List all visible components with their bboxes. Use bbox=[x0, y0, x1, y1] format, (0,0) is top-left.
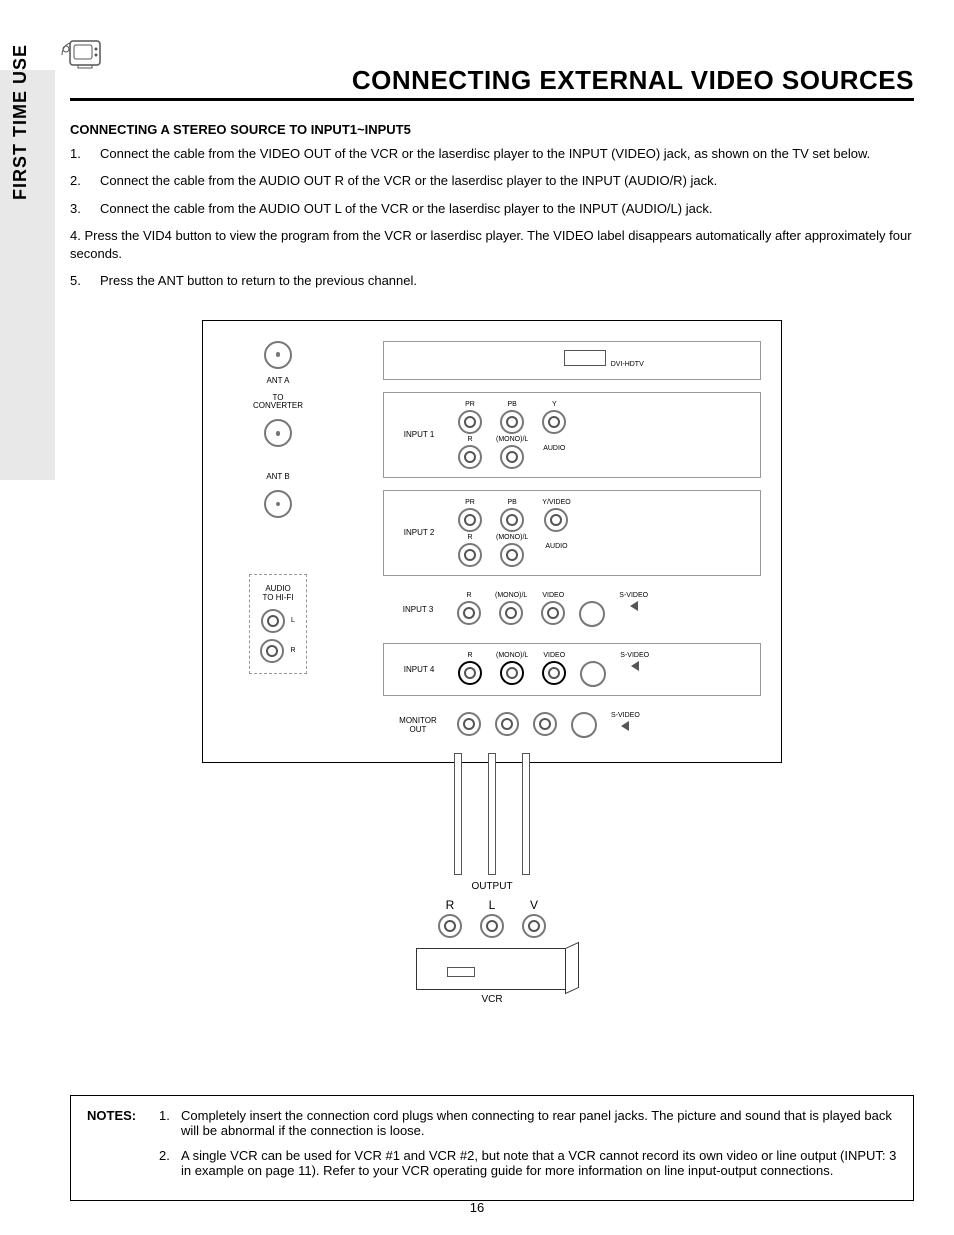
label-input1: INPUT 1 bbox=[394, 430, 444, 439]
rca-r bbox=[458, 445, 482, 469]
label-hifi: AUDIO TO HI-FI bbox=[263, 585, 294, 603]
label-output: OUTPUT bbox=[202, 881, 782, 892]
cable-v bbox=[522, 753, 530, 875]
label-dvi: DVI-HDTV bbox=[611, 361, 644, 368]
note-2: 2. A single VCR can be used for VCR #1 a… bbox=[159, 1148, 897, 1178]
rca-r bbox=[458, 661, 482, 685]
svideo-port bbox=[571, 712, 597, 738]
arrow-icon bbox=[630, 601, 638, 611]
rca-l bbox=[500, 543, 524, 567]
step-1: 1. Connect the cable from the VIDEO OUT … bbox=[70, 145, 914, 163]
label-to-converter: TO CONVERTER bbox=[253, 394, 303, 412]
coax-ant-a bbox=[264, 341, 292, 369]
notes-box: NOTES: 1. Completely insert the connecti… bbox=[70, 1095, 914, 1201]
step-text: Connect the cable from the VIDEO OUT of … bbox=[100, 145, 914, 163]
rca-video bbox=[533, 712, 557, 736]
label-r: R bbox=[290, 647, 295, 654]
step-num: 2. bbox=[70, 172, 100, 190]
step-text: Press the ANT button to return to the pr… bbox=[100, 272, 914, 290]
audio-hifi-block: AUDIO TO HI-FI L R bbox=[249, 574, 306, 674]
svideo-port bbox=[580, 661, 606, 687]
monitor-out-row: MONITOR OUT S-VIDEO bbox=[383, 708, 761, 742]
cable-r bbox=[454, 753, 462, 875]
note-num: 1. bbox=[159, 1108, 181, 1138]
rca-video bbox=[542, 661, 566, 685]
arrow-icon bbox=[631, 661, 639, 671]
page-number: 16 bbox=[0, 1200, 954, 1215]
label-monitor: MONITOR OUT bbox=[393, 716, 443, 734]
rca-hifi-r bbox=[260, 639, 284, 663]
label-input2: INPUT 2 bbox=[394, 528, 444, 537]
connection-diagram: ANT A TO CONVERTER ANT B AUDIO TO HI-FI … bbox=[202, 320, 782, 1005]
step-num: 5. bbox=[70, 272, 100, 290]
rca-pr bbox=[458, 410, 482, 434]
label-input3: INPUT 3 bbox=[393, 605, 443, 614]
rca-hifi-l bbox=[261, 609, 285, 633]
step-3: 3. Connect the cable from the AUDIO OUT … bbox=[70, 200, 914, 218]
side-tab: FIRST TIME USE bbox=[10, 44, 31, 200]
tv-install-icon bbox=[60, 35, 106, 78]
rca-r bbox=[457, 712, 481, 736]
arrow-icon bbox=[621, 721, 629, 731]
rca-pb bbox=[500, 508, 524, 532]
label-ant-a: ANT A bbox=[267, 377, 290, 386]
label-input4: INPUT 4 bbox=[394, 665, 444, 674]
step-5: 5. Press the ANT button to return to the… bbox=[70, 272, 914, 290]
input3-row: INPUT 3 R (MONO)/L VIDEO S-VIDEO bbox=[383, 588, 761, 631]
label-vcr: VCR bbox=[202, 994, 782, 1005]
rca-video bbox=[541, 601, 565, 625]
rca-pr bbox=[458, 508, 482, 532]
step-text: Connect the cable from the AUDIO OUT L o… bbox=[100, 200, 914, 218]
coax-converter bbox=[264, 419, 292, 447]
vcr-icon bbox=[416, 948, 568, 990]
rca-l bbox=[500, 445, 524, 469]
note-1: 1. Completely insert the connection cord… bbox=[159, 1108, 897, 1138]
rca-pb bbox=[500, 410, 524, 434]
rca-l bbox=[499, 601, 523, 625]
dvi-port-icon bbox=[564, 350, 606, 366]
coax-ant-b bbox=[264, 490, 292, 518]
rca-r bbox=[458, 543, 482, 567]
step-2: 2. Connect the cable from the AUDIO OUT … bbox=[70, 172, 914, 190]
page-title: CONNECTING EXTERNAL VIDEO SOURCES bbox=[70, 65, 914, 96]
cable-l bbox=[488, 753, 496, 875]
rca-out-v bbox=[522, 914, 546, 938]
dvi-row: DVI-HDTV bbox=[383, 341, 761, 380]
notes-label: NOTES: bbox=[87, 1108, 147, 1188]
rca-y bbox=[542, 410, 566, 434]
rca-out-l bbox=[480, 914, 504, 938]
tv-rear-panel: ANT A TO CONVERTER ANT B AUDIO TO HI-FI … bbox=[202, 320, 782, 763]
label-l: L bbox=[291, 617, 295, 624]
rca-yvid bbox=[544, 508, 568, 532]
note-num: 2. bbox=[159, 1148, 181, 1178]
input2-row: INPUT 2 PRR PB(MONO)/L Y/VIDEO AUDIO bbox=[383, 490, 761, 576]
rca-out-r bbox=[438, 914, 462, 938]
rca-r bbox=[457, 601, 481, 625]
step-4: 4. Press the VID4 button to view the pro… bbox=[70, 227, 914, 262]
rca-l bbox=[500, 661, 524, 685]
input1-row: INPUT 1 PRR PB(MONO)/L Y AUDIO bbox=[383, 392, 761, 478]
label-ant-b: ANT B bbox=[266, 473, 289, 482]
input4-row: INPUT 4 R (MONO)/L VIDEO S-VIDEO bbox=[383, 643, 761, 696]
vcr-output-row: R L V bbox=[202, 898, 782, 938]
svideo-port bbox=[579, 601, 605, 627]
rca-l bbox=[495, 712, 519, 736]
note-text: Completely insert the connection cord pl… bbox=[181, 1108, 897, 1138]
note-text: A single VCR can be used for VCR #1 and … bbox=[181, 1148, 897, 1178]
cables bbox=[202, 753, 782, 875]
step-text: Connect the cable from the AUDIO OUT R o… bbox=[100, 172, 914, 190]
title-rule bbox=[70, 98, 914, 101]
step-num: 3. bbox=[70, 200, 100, 218]
step-num: 1. bbox=[70, 145, 100, 163]
section-heading: CONNECTING A STEREO SOURCE TO INPUT1~INP… bbox=[70, 121, 914, 139]
